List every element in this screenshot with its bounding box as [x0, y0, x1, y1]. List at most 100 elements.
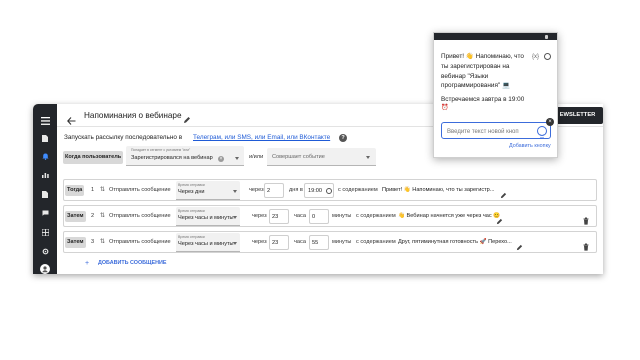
event-placeholder: Совершает событие [272, 154, 325, 160]
clock-icon[interactable] [326, 187, 332, 194]
minutes-value: 55 [312, 239, 319, 246]
step-badge: Затем [65, 210, 86, 222]
channels-link[interactable]: Телеграм, или SMS, или Email, или ВКонта… [193, 134, 330, 141]
hours-input[interactable]: 23 [269, 235, 289, 250]
content-label: с содержанием [356, 239, 396, 245]
back-arrow-icon[interactable] [67, 112, 76, 125]
step-badge: Затем [65, 236, 86, 248]
message-row: Тогда 1 ⇅ Отправлять сообщение Время отправк… [63, 179, 597, 201]
popup-line-2: ты зарегистрирован на [441, 63, 510, 70]
time-value: 19:00 [308, 187, 322, 194]
minutes-input[interactable]: 55 [309, 235, 329, 250]
edit-content-icon[interactable] [496, 212, 503, 230]
close-icon[interactable]: × [546, 118, 554, 126]
edit-content-icon[interactable] [500, 186, 507, 204]
sidebar-rail [33, 104, 57, 274]
add-button-link[interactable]: Добавить кнопку [509, 143, 551, 149]
clear-icon[interactable]: × [218, 155, 224, 162]
bell-icon[interactable] [33, 149, 57, 163]
message-row: Затем 3 ⇅ Отправлять сообщение Время отправк… [63, 231, 597, 253]
time-mode-select[interactable]: Время отправки Через часы и минуты [176, 233, 240, 252]
emoji-icon[interactable] [544, 53, 551, 60]
time-mode-select[interactable]: Время отправки Через часы и минуты [176, 207, 240, 226]
popup-line-3: вебинар "Языки [441, 73, 489, 80]
minutes-label: минуты [332, 213, 352, 219]
content-preview[interactable]: 👋 Вебинар начнется уже через час 😊 [398, 213, 500, 220]
variable-icon[interactable]: {x} [532, 54, 539, 60]
hours-label: часа [294, 239, 306, 245]
trash-icon[interactable] [583, 212, 589, 230]
minutes-input[interactable]: 0 [309, 209, 329, 224]
when-label: Когда пользователь [63, 151, 124, 164]
popup-line-4: программирования" 💻 [441, 82, 510, 89]
message-editor-popup: Привет! 👋 Напоминаю, что ты зарегистриро… [433, 32, 558, 158]
time-mode-hint: Время отправки [178, 182, 205, 187]
intro-text: Запускать рассылку последовательно в [64, 134, 183, 141]
menu-icon[interactable] [33, 114, 57, 128]
alarm-icon: ⏰ [441, 105, 449, 111]
minutes-value: 0 [312, 213, 316, 220]
or-label: и/или [249, 154, 264, 160]
content-preview[interactable]: Друг, пятиминутная готовность 🚀 Перехо..… [398, 239, 512, 246]
add-message-button[interactable]: ДОБАВИТЬ СООБЩЕНИЕ [98, 260, 167, 266]
unit-label: дня в [289, 187, 303, 193]
content-preview[interactable]: Привет! 👋 Напоминаю, что ты зарегистр... [382, 187, 494, 194]
time-mode-value: Через часы и минуты [178, 215, 234, 221]
through-label: через [252, 213, 267, 219]
add-icon[interactable]: + [85, 260, 89, 267]
trigger-value: Зарегистрировался на вебинар [131, 155, 213, 161]
step-number: 3 [91, 239, 95, 245]
chevron-down-icon [233, 216, 237, 219]
content-label: с содержанием [356, 213, 396, 219]
popup-header [434, 33, 557, 40]
chevron-down-icon [366, 156, 370, 159]
time-input[interactable]: 19:00 [304, 183, 334, 198]
chat-icon[interactable] [33, 206, 57, 220]
reorder-icon[interactable]: ⇅ [100, 239, 105, 245]
trigger-hint: Попадает в сегмент с условием "или" [131, 148, 191, 152]
edit-title-icon[interactable] [183, 111, 192, 123]
content-label: с содержанием [338, 187, 378, 193]
reorder-icon[interactable]: ⇅ [100, 213, 105, 219]
step-badge: Тогда [65, 184, 85, 196]
minutes-label: минуты [332, 239, 352, 245]
help-icon[interactable]: ? [339, 134, 347, 142]
hours-input[interactable]: 23 [269, 209, 289, 224]
step-number: 1 [91, 187, 95, 193]
popup-line-5: Встречаемся завтра в 19:00 [441, 96, 525, 103]
time-mode-hint: Время отправки [178, 234, 205, 239]
action-label: Отправлять сообщение [109, 239, 171, 245]
hours-value: 23 [272, 239, 279, 246]
trash-icon[interactable] [583, 238, 589, 256]
message-row: Затем 2 ⇅ Отправлять сообщение Время отправк… [63, 205, 597, 227]
event-select[interactable]: Совершает событие [267, 148, 376, 166]
time-mode-value: Через часы и минуты [178, 241, 234, 247]
trigger-select[interactable]: Попадает в сегмент с условием "или" Заре… [126, 146, 244, 166]
amount-value: 2 [267, 187, 271, 194]
reorder-icon[interactable]: ⇅ [100, 187, 105, 193]
through-label: через [252, 239, 267, 245]
grid-icon[interactable] [33, 225, 57, 239]
settings-icon[interactable] [33, 244, 57, 258]
action-label: Отправлять сообщение [109, 187, 171, 193]
action-label: Отправлять сообщение [109, 213, 171, 219]
attach-icon[interactable] [545, 34, 548, 39]
button-text-placeholder: Введите текст новой кноп [447, 128, 519, 135]
page-title: Напоминания о вебинаре [84, 111, 182, 120]
avatar-icon[interactable] [33, 262, 57, 274]
step-number: 2 [91, 213, 95, 219]
button-text-input[interactable]: Введите текст новой кноп [441, 122, 551, 139]
chevron-down-icon [233, 242, 237, 245]
file-icon[interactable] [33, 131, 57, 145]
popup-line-1: Привет! 👋 Напоминаю, что [441, 53, 524, 60]
newsletter-button[interactable]: EWSLETTER [552, 107, 603, 124]
time-mode-select[interactable]: Время отправки Через дни [176, 181, 240, 200]
time-mode-value: Через дни [178, 189, 205, 195]
edit-content-icon[interactable] [516, 238, 523, 256]
emoji-icon-2[interactable] [537, 126, 547, 139]
chart-icon[interactable] [33, 168, 57, 182]
amount-input[interactable]: 2 [264, 183, 284, 198]
file-icon-2[interactable] [33, 187, 57, 201]
time-mode-hint: Время отправки [178, 208, 205, 213]
chevron-down-icon [235, 157, 239, 160]
